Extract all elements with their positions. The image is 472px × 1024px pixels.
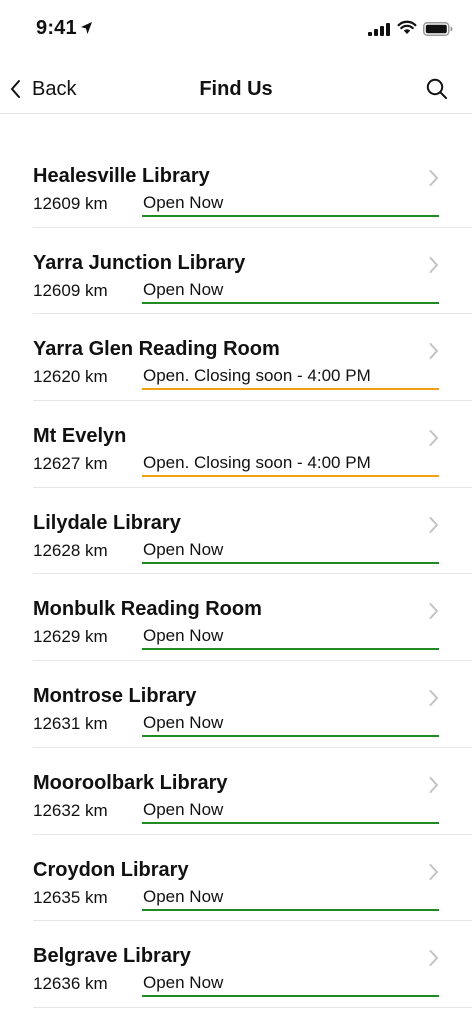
page-title: Find Us [199,78,273,100]
library-distance: 12632 km [33,800,108,820]
chevron-right-icon [429,950,438,967]
library-distance: 12631 km [33,714,108,734]
library-list: Healesville Library 12609 km Open Now Yarra… [0,141,472,1008]
search-icon[interactable] [426,78,448,100]
chevron-right-icon [429,516,438,533]
library-list-item[interactable]: Yarra Glen Reading Room 12620 km Open. Clo… [0,314,472,402]
library-distance: 12627 km [33,454,108,474]
location-arrow-icon [81,22,92,34]
library-name: Healesville Library [33,165,210,187]
library-name: Yarra Junction Library [33,251,246,274]
library-distance: 12636 km [33,974,108,994]
library-list-item[interactable]: Monbulk Reading Room 12629 km Open Now [0,574,472,662]
chevron-right-icon [429,343,438,360]
cellular-signal-icon [368,23,390,36]
opening-status: Open Now [142,887,439,911]
library-name: Yarra Glen Reading Room [33,338,280,361]
chevron-right-icon [429,170,438,186]
library-list-item[interactable]: Mooroolbark Library 12632 km Open Now [0,748,472,835]
library-list-item[interactable]: Mt Evelyn 12627 km Open. Closing soon - 4:… [0,401,472,488]
opening-status: Open Now [142,713,439,738]
chevron-right-icon [429,430,438,447]
status-time: 9:41 [36,17,77,39]
chevron-right-icon [429,256,438,273]
library-name: Belgrave Library [33,945,191,968]
opening-status: Open Now [142,800,439,824]
opening-status: Open Now [142,280,439,304]
library-name: Montrose Library [33,685,197,708]
library-distance: 12620 km [33,367,108,387]
library-name: Mt Evelyn [33,425,127,448]
library-name: Mooroolbark Library [33,771,228,794]
opening-status: Open. Closing soon - 4:00 PM [142,366,439,391]
library-list-item[interactable]: Healesville Library 12609 km Open Now [0,141,472,228]
battery-icon [423,22,453,36]
row-divider [33,1006,472,1008]
status-bar: 9:41 [0,0,472,58]
library-distance: 12635 km [33,887,108,907]
chevron-right-icon [429,603,438,620]
opening-status: Open. Closing soon - 4:00 PM [142,453,439,478]
library-list-item[interactable]: Montrose Library 12631 km Open Now [0,661,472,748]
library-distance: 12628 km [33,540,108,560]
chevron-right-icon [429,690,438,707]
library-name: Lilydale Library [33,511,181,534]
library-list-item[interactable]: Lilydale Library 12628 km Open Now [0,488,472,575]
library-list-item[interactable]: Yarra Junction Library 12609 km Open Now [0,228,472,315]
opening-status: Open Now [142,540,439,564]
library-list-item[interactable]: Belgrave Library 12636 km Open Now [0,921,472,1008]
wifi-icon [397,20,417,34]
library-list-item[interactable]: Croydon Library 12635 km Open Now [0,835,472,922]
navigation-bar: Back Find Us [0,62,472,114]
library-name: Croydon Library [33,858,189,881]
library-distance: 12609 km [33,280,108,300]
chevron-right-icon [429,863,438,880]
opening-status: Open Now [142,193,439,217]
opening-status: Open Now [142,626,439,651]
opening-status: Open Now [142,973,439,998]
chevron-right-icon [429,776,438,793]
library-distance: 12609 km [33,194,108,213]
library-name: Monbulk Reading Room [33,598,262,621]
library-distance: 12629 km [33,627,108,647]
